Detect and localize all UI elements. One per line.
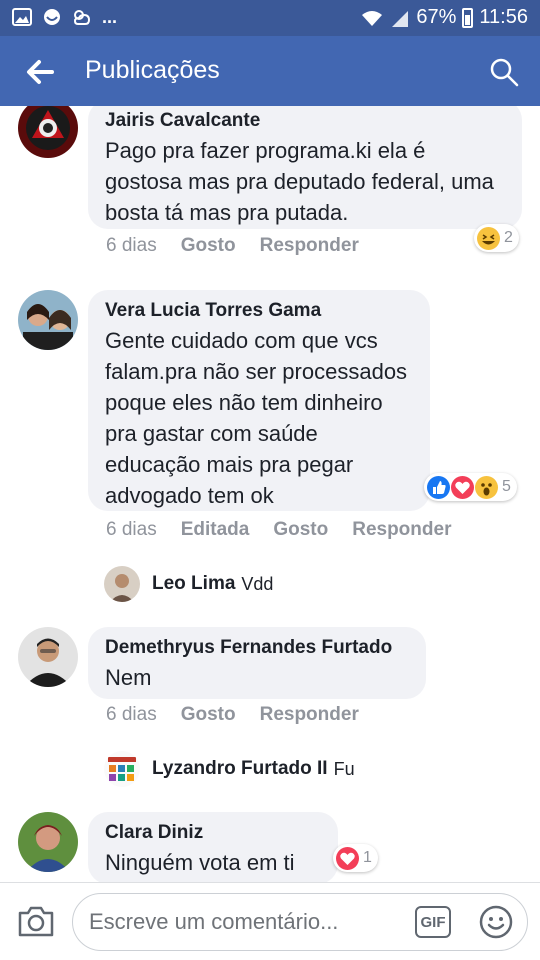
avatar[interactable] bbox=[18, 812, 78, 872]
comment-text: Pago pra fazer programa.ki ela é gostosa… bbox=[105, 138, 494, 225]
reply-avatar[interactable] bbox=[104, 566, 140, 602]
comments-feed[interactable]: Jairis Cavalcante Pago pra fazer program… bbox=[0, 106, 540, 882]
reaction-summary[interactable]: 1 bbox=[333, 844, 378, 872]
reply-author[interactable]: Lyzandro Furtado II bbox=[152, 758, 328, 780]
reply-button[interactable]: Responder bbox=[260, 704, 359, 726]
comment-author[interactable]: Clara Diniz bbox=[105, 822, 320, 844]
clock: 11:56 bbox=[479, 6, 528, 28]
like-button[interactable]: Gosto bbox=[273, 519, 328, 541]
reply-avatar[interactable] bbox=[104, 751, 140, 787]
avatar[interactable] bbox=[18, 627, 78, 687]
smiley-notification-icon bbox=[44, 9, 60, 25]
like-button[interactable]: Gosto bbox=[181, 704, 236, 726]
edited-label[interactable]: Editada bbox=[181, 519, 250, 541]
emoji-icon[interactable] bbox=[479, 905, 513, 939]
comment-bubble[interactable]: Demethryus Fernandes Furtado Nem bbox=[88, 627, 426, 699]
more-notifications-dots: ... bbox=[102, 7, 118, 27]
reply-preview[interactable]: Leo Lima Vdd bbox=[104, 566, 273, 602]
reaction-count: 2 bbox=[504, 229, 513, 246]
gallery-notification-icon bbox=[12, 8, 32, 26]
page-title: Publicações bbox=[85, 56, 220, 84]
avatar[interactable] bbox=[18, 106, 78, 158]
comment-box[interactable]: GIF bbox=[72, 893, 528, 951]
comment-time[interactable]: 6 dias bbox=[106, 519, 157, 541]
battery-percentage: 67% bbox=[416, 6, 457, 28]
comment-text: Gente cuidado com que vcs falam.pra não … bbox=[105, 328, 408, 508]
comment-actions: 6 dias Gosto Responder bbox=[106, 704, 359, 726]
reaction-count: 1 bbox=[363, 849, 372, 866]
love-reaction-icon bbox=[451, 475, 474, 499]
comment-time[interactable]: 6 dias bbox=[106, 235, 157, 257]
comment-text: Nem bbox=[105, 665, 152, 690]
reaction-summary[interactable]: 2 bbox=[474, 224, 519, 252]
status-bar: ... 67% 11:56 bbox=[0, 0, 540, 36]
camera-icon[interactable] bbox=[16, 903, 56, 939]
avatar[interactable] bbox=[18, 290, 78, 350]
reaction-summary[interactable]: 5 bbox=[424, 473, 517, 501]
signal-icon bbox=[392, 10, 409, 27]
wifi-icon bbox=[362, 10, 383, 26]
like-button[interactable]: Gosto bbox=[181, 235, 236, 257]
comment-input[interactable] bbox=[89, 894, 409, 950]
weather-notification-icon bbox=[73, 10, 91, 25]
wow-reaction-icon bbox=[475, 475, 498, 499]
app-bar: Publicações bbox=[0, 36, 540, 106]
back-arrow-icon[interactable] bbox=[22, 54, 58, 90]
comment-author[interactable]: Jairis Cavalcante bbox=[105, 110, 504, 132]
search-icon[interactable] bbox=[488, 56, 520, 88]
comment-composer: GIF bbox=[0, 882, 540, 960]
comment-author[interactable]: Demethryus Fernandes Furtado bbox=[105, 637, 408, 659]
comment-author[interactable]: Vera Lucia Torres Gama bbox=[105, 300, 412, 322]
comment-time[interactable]: 6 dias bbox=[106, 704, 157, 726]
reply-preview[interactable]: Lyzandro Furtado II Fu bbox=[104, 751, 355, 787]
reply-author[interactable]: Leo Lima bbox=[152, 573, 235, 595]
reaction-count: 5 bbox=[502, 478, 511, 495]
comment-text: Ninguém vota em ti bbox=[105, 850, 295, 875]
gif-button[interactable]: GIF bbox=[415, 906, 451, 938]
reply-text: Fu bbox=[333, 758, 355, 779]
battery-icon bbox=[462, 7, 474, 28]
laugh-reaction-icon bbox=[477, 226, 500, 250]
comment-bubble[interactable]: Vera Lucia Torres Gama Gente cuidado com… bbox=[88, 290, 430, 511]
gif-label: GIF bbox=[420, 913, 446, 931]
love-reaction-icon bbox=[336, 846, 359, 870]
comment-bubble[interactable]: Clara Diniz Ninguém vota em ti bbox=[88, 812, 338, 882]
reply-text: Vdd bbox=[241, 573, 274, 594]
reply-button[interactable]: Responder bbox=[352, 519, 451, 541]
like-reaction-icon bbox=[427, 475, 450, 499]
comment-bubble[interactable]: Jairis Cavalcante Pago pra fazer program… bbox=[88, 106, 522, 229]
comment-actions: 6 dias Editada Gosto Responder bbox=[106, 519, 451, 541]
reply-button[interactable]: Responder bbox=[260, 235, 359, 257]
comment-actions: 6 dias Gosto Responder bbox=[106, 235, 359, 257]
